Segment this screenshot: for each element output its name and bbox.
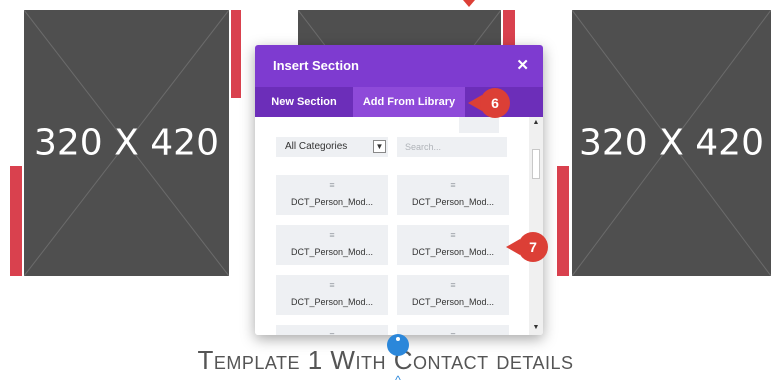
library-item[interactable]: ≡ DCT_Person_Mod... xyxy=(397,175,509,215)
red-accent-bar xyxy=(10,166,22,276)
section-heading: Template 1 With Contact details xyxy=(197,345,574,375)
red-accent-bar xyxy=(557,166,569,276)
modal-title: Insert Section xyxy=(273,58,359,73)
library-list: All Categories ▼ ≡ DCT_Person_Mod... ≡ D… xyxy=(255,117,529,335)
placeholder-size-label: 320 X 420 xyxy=(34,122,219,164)
drag-handle-icon: ≡ xyxy=(329,230,335,240)
library-item[interactable]: ≡ xyxy=(276,325,388,335)
category-select[interactable]: All Categories ▼ xyxy=(276,137,388,157)
library-item-label: DCT_Person_Mod... xyxy=(290,247,374,257)
image-placeholder-right: 320 X 420 xyxy=(572,10,771,276)
chevron-up-icon: ^ xyxy=(395,373,401,387)
scroll-thumb[interactable] xyxy=(532,149,540,179)
library-item[interactable]: ≡ DCT_Person_Mod... xyxy=(276,275,388,315)
category-select-value: All Categories xyxy=(285,141,348,152)
scroll-down-icon[interactable]: ▼ xyxy=(529,324,543,331)
library-item-label: DCT_Person_Mod... xyxy=(411,197,495,207)
placeholder-size-label: 320 X 420 xyxy=(579,122,764,164)
close-icon[interactable]: ✕ xyxy=(516,56,529,74)
library-item-label: DCT_Person_Mod... xyxy=(411,297,495,307)
scrollbar[interactable]: ▲ ▼ xyxy=(529,117,543,335)
library-item[interactable]: ≡ DCT_Person_Mod... xyxy=(276,175,388,215)
drag-handle-icon: ≡ xyxy=(329,280,335,290)
list-header-tab xyxy=(459,117,499,133)
library-item-label: DCT_Person_Mod... xyxy=(411,247,495,257)
search-input[interactable] xyxy=(397,137,507,157)
library-item-label: DCT_Person_Mod... xyxy=(290,197,374,207)
library-item[interactable]: ≡ DCT_Person_Mod... xyxy=(397,275,509,315)
drag-handle-icon: ≡ xyxy=(450,180,456,190)
drag-handle-icon: ≡ xyxy=(329,180,335,190)
red-accent-bar xyxy=(231,10,241,98)
add-section-button[interactable] xyxy=(387,334,409,356)
step-badge-7: 7 xyxy=(518,232,548,262)
drag-handle-icon: ≡ xyxy=(450,280,456,290)
step-badge-6: 6 xyxy=(480,88,510,118)
chevron-down-icon[interactable]: ▼ xyxy=(373,140,386,153)
image-placeholder-left: 320 X 420 xyxy=(24,10,229,276)
library-item[interactable]: ≡ DCT_Person_Mod... xyxy=(276,225,388,265)
library-item[interactable]: ≡ DCT_Person_Mod... xyxy=(397,225,509,265)
library-item-label: DCT_Person_Mod... xyxy=(290,297,374,307)
tab-add-from-library[interactable]: Add From Library xyxy=(353,87,465,117)
drag-handle-icon: ≡ xyxy=(329,330,335,335)
modal-header: Insert Section ✕ xyxy=(255,45,543,87)
drag-handle-icon: ≡ xyxy=(450,230,456,240)
library-item[interactable]: ≡ xyxy=(397,325,509,335)
scroll-up-icon[interactable]: ▲ xyxy=(529,119,543,126)
drag-handle-icon: ≡ xyxy=(450,330,456,335)
plus-icon xyxy=(396,337,400,341)
top-arrow-icon xyxy=(463,0,475,7)
tab-new-section[interactable]: New Section xyxy=(255,87,353,117)
